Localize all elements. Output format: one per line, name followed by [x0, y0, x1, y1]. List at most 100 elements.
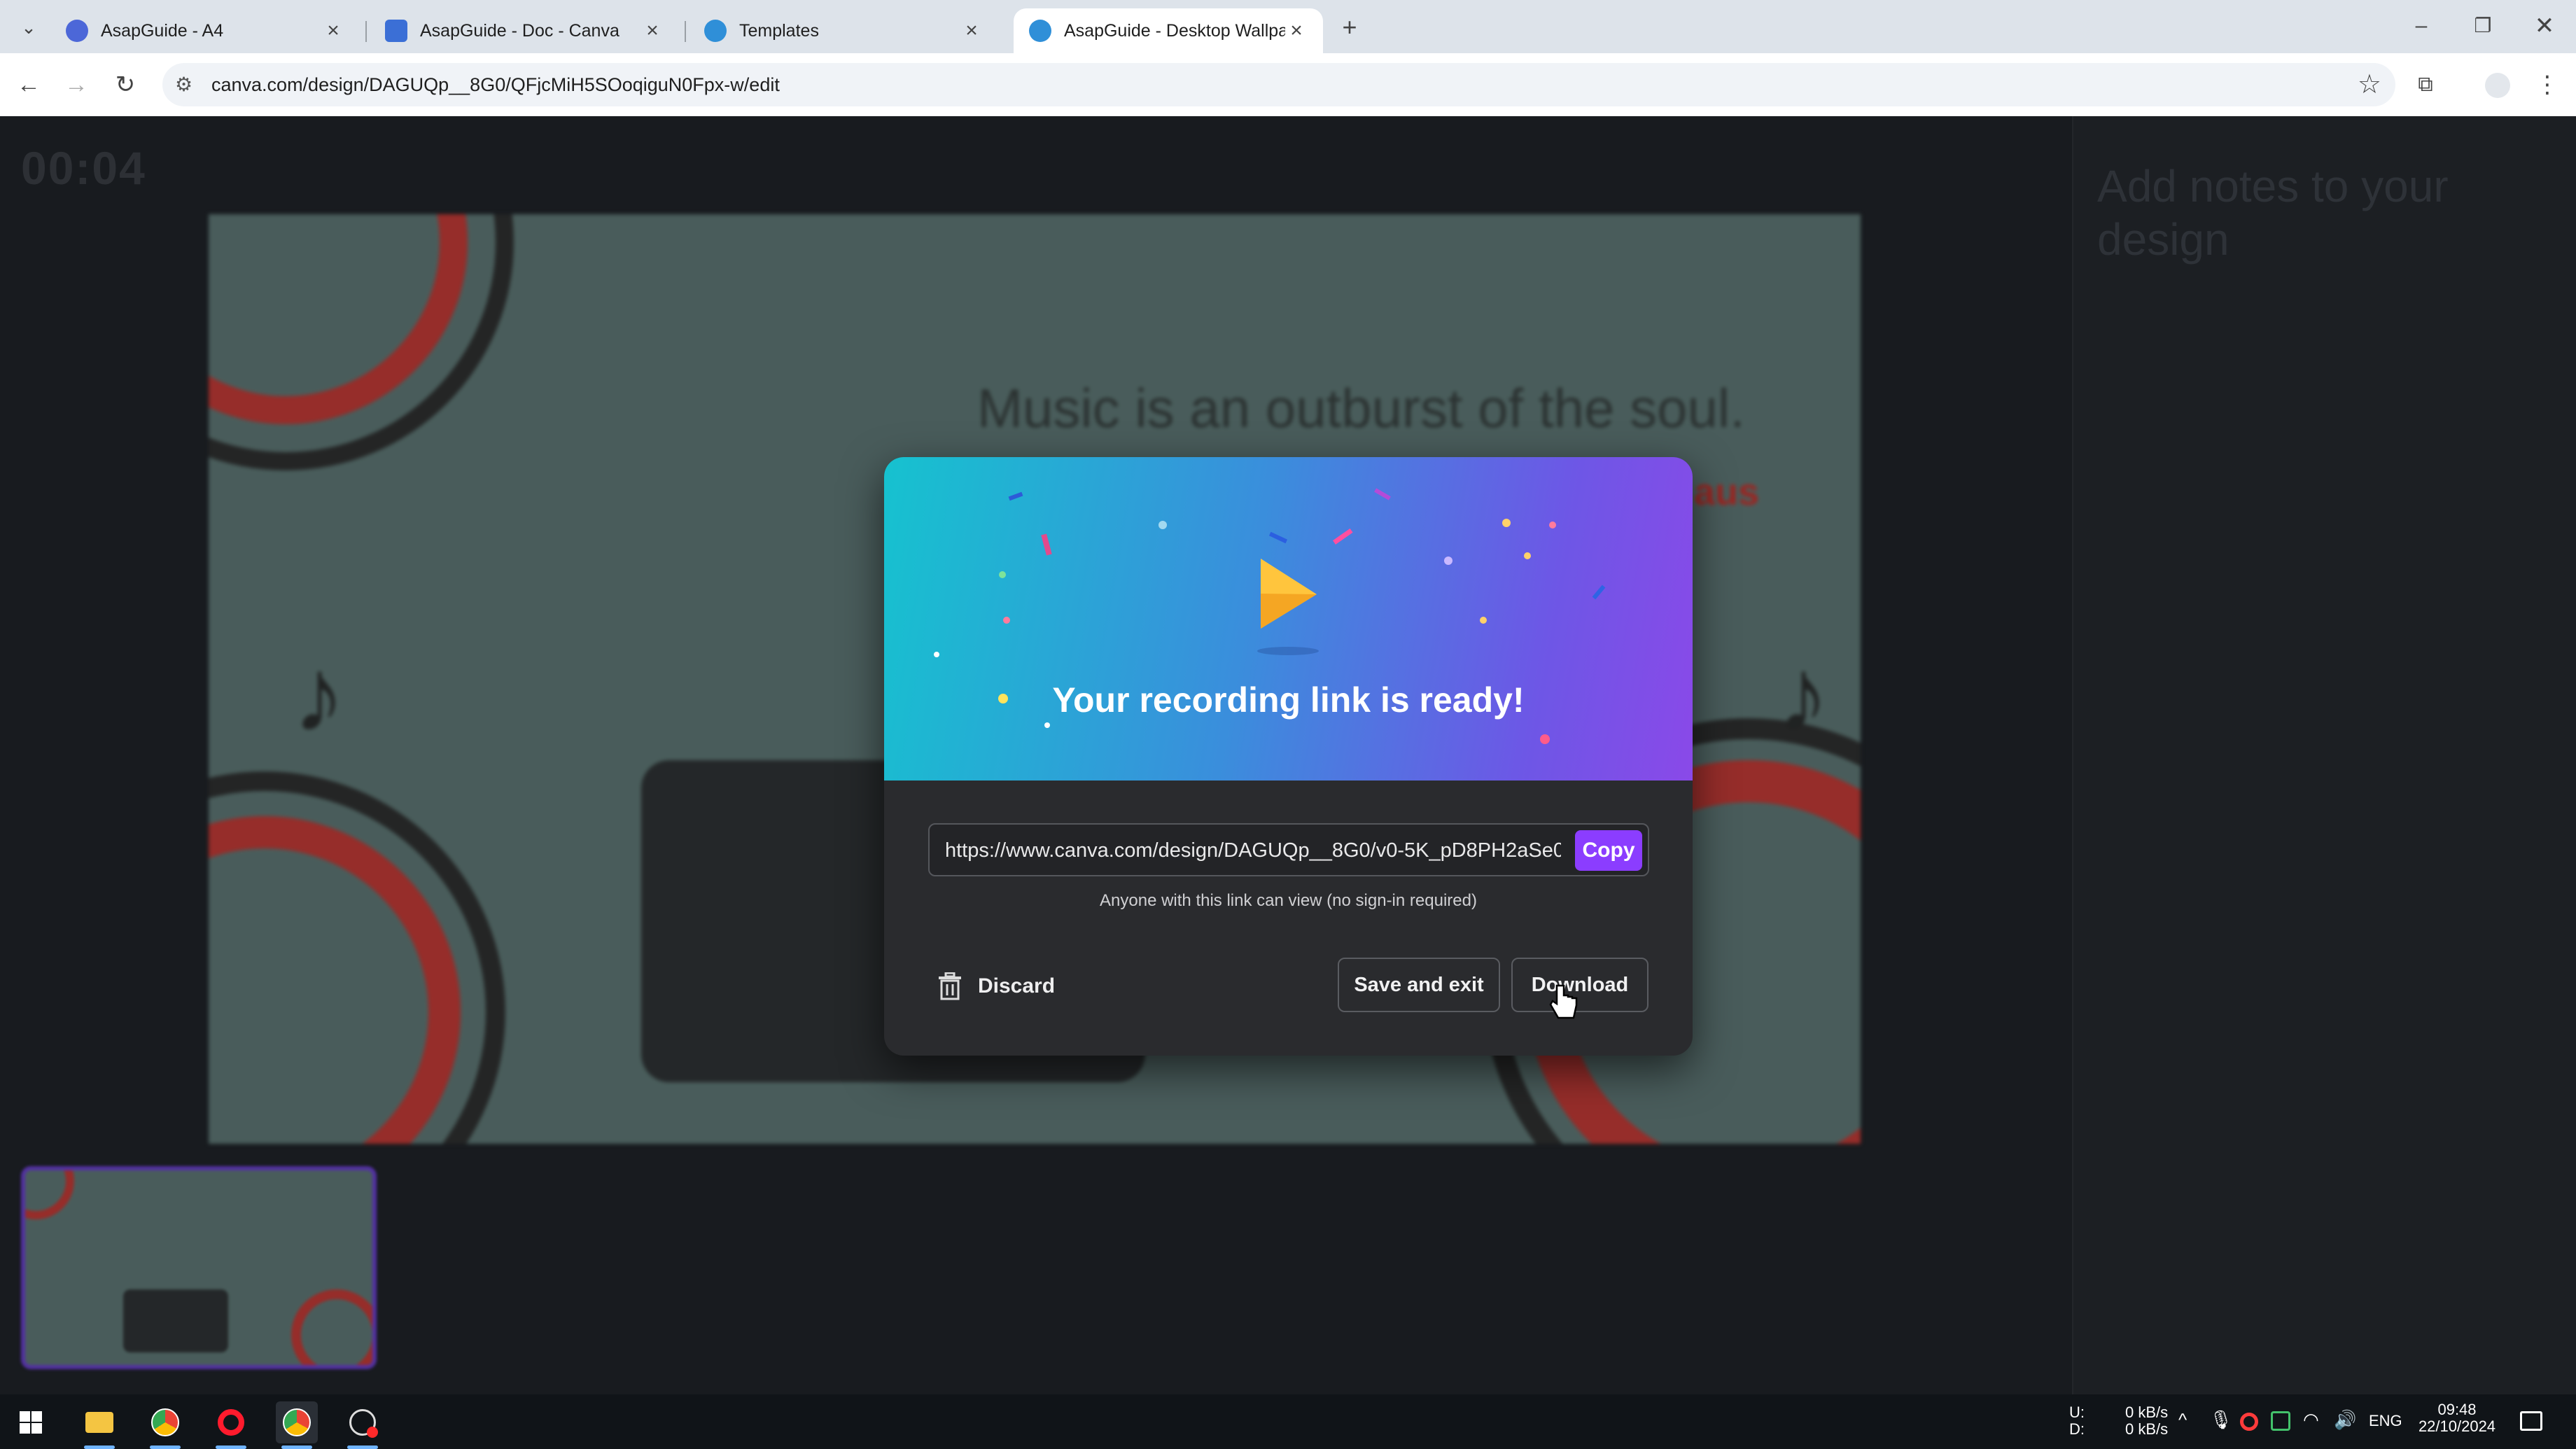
- record-dot-icon: [367, 1427, 378, 1438]
- extensions-icon[interactable]: ⧉: [2409, 69, 2442, 101]
- tray-app-icon[interactable]: [2271, 1411, 2290, 1431]
- confetti-dot: [1524, 552, 1531, 559]
- confetti-dot: [934, 652, 939, 657]
- windows-taskbar: U: D: 0 kB/s 0 kB/s ^ 🎙 ◠ 🔊 ENG 09:48 22…: [0, 1394, 2576, 1449]
- confetti-dot: [1540, 734, 1550, 744]
- language-indicator[interactable]: ENG: [2369, 1413, 2402, 1429]
- tab-divider: [365, 21, 367, 42]
- taskbar-clock-app[interactable]: [342, 1401, 384, 1449]
- browser-menu-icon[interactable]: ⋮: [2531, 69, 2563, 101]
- tray-record-icon[interactable]: [2240, 1413, 2258, 1431]
- address-bar[interactable]: ⚙ canva.com/design/DAGUQp__8G0/QFjcMiH5S…: [162, 63, 2395, 106]
- tab-search-chevron-icon[interactable]: ⌄: [13, 11, 45, 43]
- share-link-field[interactable]: https://www.canva.com/design/DAGUQp__8G0…: [928, 823, 1649, 876]
- clock-app-icon: [349, 1409, 378, 1438]
- trash-icon: [939, 972, 961, 1000]
- confetti-strip: [1268, 531, 1288, 544]
- hand-cursor-icon: [1549, 984, 1578, 1019]
- folder-icon: [85, 1412, 113, 1433]
- profile-avatar[interactable]: [2485, 73, 2510, 98]
- windows-logo-icon: [20, 1411, 42, 1434]
- running-indicator: [84, 1446, 115, 1449]
- net-down-speed: 0 kB/s: [2125, 1420, 2169, 1438]
- play-icon-shadow: [1261, 594, 1317, 629]
- url-text: canva.com/design/DAGUQp__8G0/QFjcMiH5SOo…: [211, 74, 780, 95]
- tab-close-icon[interactable]: ×: [960, 19, 983, 43]
- confetti-dot: [1549, 522, 1556, 528]
- notification-center-icon[interactable]: [2520, 1411, 2542, 1431]
- recording-link-modal: Your recording link is ready! https://ww…: [884, 457, 1693, 1056]
- taskbar-chrome-active[interactable]: [276, 1401, 318, 1449]
- running-indicator: [347, 1446, 378, 1449]
- confetti-dot: [1444, 556, 1452, 565]
- tab-asapguide-a4[interactable]: AsapGuide - A4 ×: [50, 8, 360, 53]
- confetti-strip: [1041, 533, 1052, 556]
- running-indicator: [150, 1446, 181, 1449]
- clock-date: 22/10/2024: [2418, 1418, 2496, 1435]
- modal-title: Your recording link is ready!: [1052, 680, 1525, 720]
- tab-asapguide-doc-canva[interactable]: AsapGuide - Doc - Canva ×: [370, 8, 679, 53]
- net-labels: U: D:: [2069, 1404, 2085, 1438]
- window-minimize-icon[interactable]: –: [2405, 10, 2437, 42]
- play-icon-shadow: [1257, 647, 1319, 655]
- back-arrow-icon[interactable]: ←: [13, 69, 45, 101]
- tab-close-icon[interactable]: ×: [1285, 19, 1308, 43]
- discard-button[interactable]: Discard: [937, 961, 1055, 1011]
- modal-hero-banner: Your recording link is ready!: [884, 457, 1693, 780]
- microphone-icon[interactable]: 🎙: [2209, 1410, 2232, 1429]
- confetti-dot: [1044, 722, 1050, 728]
- confetti-strip: [1332, 528, 1353, 545]
- browser-tab-bar: ⌄ AsapGuide - A4 × AsapGuide - Doc - Can…: [0, 0, 2576, 53]
- tab-divider: [685, 21, 686, 42]
- window-close-icon[interactable]: ✕: [2528, 10, 2561, 42]
- tab-close-icon[interactable]: ×: [322, 19, 344, 43]
- running-indicator: [216, 1446, 246, 1449]
- tab-title: AsapGuide - Desktop Wallpaper: [1064, 20, 1285, 41]
- confetti-strip: [1374, 488, 1391, 500]
- canva-doc-favicon-icon: [385, 20, 407, 42]
- download-button[interactable]: Download: [1511, 958, 1648, 1012]
- confetti-dot: [1480, 617, 1487, 624]
- canva-favicon-icon: [1029, 20, 1051, 42]
- running-indicator: [281, 1446, 312, 1449]
- bookmark-star-icon[interactable]: ☆: [2358, 69, 2381, 100]
- share-link-text[interactable]: https://www.canva.com/design/DAGUQp__8G0…: [945, 839, 1561, 862]
- clock[interactable]: 09:48 22/10/2024: [2416, 1401, 2498, 1435]
- discard-label: Discard: [978, 974, 1056, 997]
- tab-desktop-wallpaper[interactable]: AsapGuide - Desktop Wallpaper ×: [1014, 8, 1323, 53]
- clock-time: 09:48: [2437, 1401, 2477, 1418]
- net-up-speed: 0 kB/s: [2125, 1404, 2169, 1421]
- confetti-strip: [1592, 584, 1606, 600]
- net-up-label: U:: [2069, 1404, 2085, 1421]
- docs-favicon-icon: [66, 20, 88, 42]
- tab-close-icon[interactable]: ×: [641, 19, 664, 43]
- tab-title: Templates: [739, 20, 819, 41]
- canva-favicon-icon: [704, 20, 727, 42]
- net-speed: 0 kB/s 0 kB/s: [2125, 1404, 2168, 1438]
- forward-arrow-icon[interactable]: →: [60, 69, 92, 101]
- share-link-hint: Anyone with this link can view (no sign-…: [1100, 891, 1477, 910]
- net-down-label: D:: [2069, 1420, 2085, 1438]
- confetti-decoration: [934, 488, 1606, 744]
- wifi-icon[interactable]: ◠: [2303, 1410, 2319, 1429]
- tab-templates[interactable]: Templates ×: [689, 8, 998, 53]
- taskbar-file-explorer[interactable]: [78, 1401, 120, 1449]
- new-tab-button[interactable]: +: [1334, 11, 1366, 43]
- reload-icon[interactable]: ↻: [109, 69, 141, 101]
- tray-chevron-icon[interactable]: ^: [2178, 1410, 2187, 1429]
- chrome-icon: [151, 1408, 179, 1436]
- confetti-dot: [1003, 617, 1010, 624]
- confetti-dot: [999, 571, 1006, 578]
- save-and-exit-button[interactable]: Save and exit: [1338, 958, 1500, 1012]
- taskbar-chrome[interactable]: [144, 1401, 186, 1449]
- confetti-dot: [1158, 521, 1167, 529]
- chrome-icon: [283, 1408, 311, 1436]
- volume-icon[interactable]: 🔊: [2334, 1410, 2356, 1429]
- window-restore-icon[interactable]: ❐: [2467, 10, 2499, 42]
- taskbar-opera[interactable]: [210, 1401, 252, 1449]
- copy-link-button[interactable]: Copy: [1575, 830, 1642, 871]
- confetti-strip: [1008, 491, 1023, 501]
- tab-title: AsapGuide - A4: [101, 20, 224, 41]
- site-settings-icon[interactable]: ⚙: [175, 73, 192, 96]
- start-button[interactable]: [10, 1401, 52, 1443]
